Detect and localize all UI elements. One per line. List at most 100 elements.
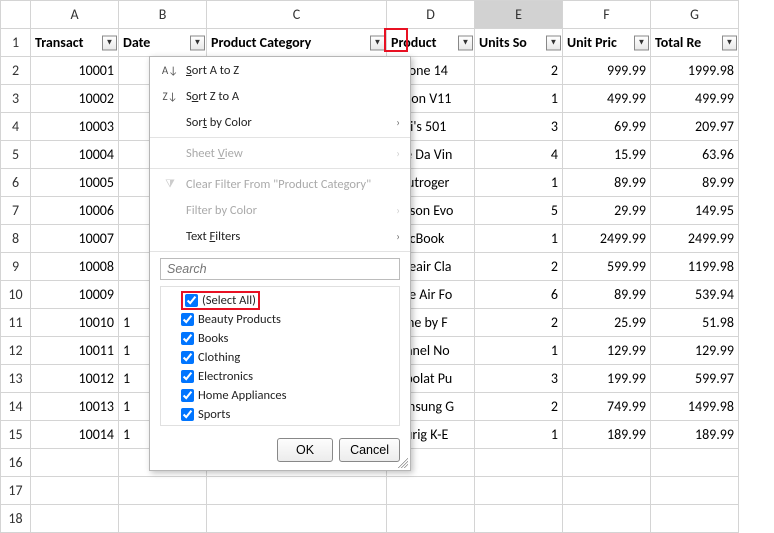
select-all-cell[interactable] xyxy=(1,1,31,29)
checkbox-select-all[interactable] xyxy=(185,294,198,307)
checkbox[interactable] xyxy=(181,389,194,402)
cell[interactable]: 599.97 xyxy=(651,365,739,393)
cell[interactable]: 2499.99 xyxy=(651,225,739,253)
cell[interactable]: 89.99 xyxy=(563,281,651,309)
cell[interactable]: 1999.98 xyxy=(651,57,739,85)
cell[interactable]: 1 xyxy=(475,421,563,449)
cell[interactable]: 10010 xyxy=(31,309,119,337)
row-head[interactable]: 13 xyxy=(1,365,31,393)
filter-btn-g[interactable]: ▼ xyxy=(722,35,737,50)
cell[interactable]: 749.99 xyxy=(563,393,651,421)
cell[interactable]: 499.99 xyxy=(651,85,739,113)
cell[interactable]: 539.94 xyxy=(651,281,739,309)
filter-btn-f[interactable]: ▼ xyxy=(634,35,649,50)
cell[interactable]: 10013 xyxy=(31,393,119,421)
cell[interactable]: 25.99 xyxy=(563,309,651,337)
cell[interactable]: 129.99 xyxy=(651,337,739,365)
cell[interactable]: 10008 xyxy=(31,253,119,281)
checkbox[interactable] xyxy=(181,351,194,364)
col-head-d[interactable]: D xyxy=(387,1,475,29)
cell[interactable]: 1 xyxy=(475,225,563,253)
col-head-c[interactable]: C xyxy=(207,1,387,29)
cell[interactable]: 10003 xyxy=(31,113,119,141)
filter-btn-e[interactable]: ▼ xyxy=(546,35,561,50)
cell[interactable]: 3 xyxy=(475,365,563,393)
cell[interactable]: 149.95 xyxy=(651,197,739,225)
row-head[interactable]: 14 xyxy=(1,393,31,421)
sort-by-color[interactable]: Sort by Color › xyxy=(150,109,410,135)
cell[interactable]: 599.99 xyxy=(563,253,651,281)
col-head-f[interactable]: F xyxy=(563,1,651,29)
cell[interactable]: 1 xyxy=(475,85,563,113)
cell[interactable]: 1199.98 xyxy=(651,253,739,281)
cell[interactable]: 89.99 xyxy=(563,169,651,197)
check-option[interactable]: Beauty Products xyxy=(167,310,393,329)
check-select-all[interactable]: (Select All) xyxy=(167,291,393,310)
check-option[interactable]: Home Appliances xyxy=(167,386,393,405)
col-head-g[interactable]: G xyxy=(651,1,739,29)
cell[interactable]: 2 xyxy=(475,393,563,421)
cell[interactable]: 499.99 xyxy=(563,85,651,113)
row-head[interactable]: 11 xyxy=(1,309,31,337)
filter-btn-c[interactable]: ▼ xyxy=(370,35,385,50)
row-head[interactable]: 7 xyxy=(1,197,31,225)
cell[interactable]: 1499.98 xyxy=(651,393,739,421)
cell[interactable]: 3 xyxy=(475,113,563,141)
cell[interactable]: 10006 xyxy=(31,197,119,225)
sort-z-to-a[interactable]: Z↓ Sort Z to A xyxy=(150,83,410,109)
cell[interactable]: 129.99 xyxy=(563,337,651,365)
cell[interactable]: 89.99 xyxy=(651,169,739,197)
cell[interactable]: 1 xyxy=(475,169,563,197)
cell[interactable]: 51.98 xyxy=(651,309,739,337)
header-total-revenue[interactable]: Total Re▼ xyxy=(651,29,739,57)
row-head[interactable]: 4 xyxy=(1,113,31,141)
row-head[interactable]: 5 xyxy=(1,141,31,169)
row-head[interactable]: 8 xyxy=(1,225,31,253)
check-option[interactable]: Electronics xyxy=(167,367,393,386)
row-head[interactable]: 12 xyxy=(1,337,31,365)
header-unit-price[interactable]: Unit Pric▼ xyxy=(563,29,651,57)
header-product[interactable]: Product▼ xyxy=(387,29,475,57)
cell[interactable]: 10005 xyxy=(31,169,119,197)
cell[interactable]: 10011 xyxy=(31,337,119,365)
filter-btn-d[interactable]: ▼ xyxy=(458,35,473,50)
cancel-button[interactable]: Cancel xyxy=(339,438,400,462)
row-head[interactable]: 17 xyxy=(1,477,31,505)
cell[interactable]: 10014 xyxy=(31,421,119,449)
cell[interactable]: 10002 xyxy=(31,85,119,113)
filter-btn-b[interactable]: ▼ xyxy=(190,35,205,50)
cell[interactable]: 2 xyxy=(475,253,563,281)
row-head[interactable]: 6 xyxy=(1,169,31,197)
checkbox[interactable] xyxy=(181,408,194,421)
header-transaction[interactable]: Transact▼ xyxy=(31,29,119,57)
row-head[interactable]: 15 xyxy=(1,421,31,449)
row-head[interactable]: 9 xyxy=(1,253,31,281)
cell[interactable]: 999.99 xyxy=(563,57,651,85)
text-filters[interactable]: Text Filters › xyxy=(150,223,410,249)
resize-grip[interactable] xyxy=(398,458,408,468)
sort-a-to-z[interactable]: A↓ Sort A to Z xyxy=(150,57,410,83)
ok-button[interactable]: OK xyxy=(277,438,333,462)
cell[interactable]: 189.99 xyxy=(651,421,739,449)
check-option[interactable]: Books xyxy=(167,329,393,348)
filter-btn-a[interactable]: ▼ xyxy=(102,35,117,50)
cell[interactable]: 189.99 xyxy=(563,421,651,449)
cell[interactable]: 2 xyxy=(475,309,563,337)
cell[interactable]: 15.99 xyxy=(563,141,651,169)
cell[interactable]: 209.97 xyxy=(651,113,739,141)
filter-search-input[interactable] xyxy=(160,258,400,280)
col-head-e[interactable]: E xyxy=(475,1,563,29)
row-head[interactable]: 3 xyxy=(1,85,31,113)
checkbox[interactable] xyxy=(181,370,194,383)
cell[interactable]: 29.99 xyxy=(563,197,651,225)
cell[interactable]: 10007 xyxy=(31,225,119,253)
cell[interactable]: 6 xyxy=(475,281,563,309)
row-head[interactable]: 10 xyxy=(1,281,31,309)
cell[interactable]: 10004 xyxy=(31,141,119,169)
cell[interactable]: 2499.99 xyxy=(563,225,651,253)
col-head-b[interactable]: B xyxy=(119,1,207,29)
row-head[interactable]: 16 xyxy=(1,449,31,477)
cell[interactable]: 2 xyxy=(475,57,563,85)
checkbox[interactable] xyxy=(181,313,194,326)
cell[interactable]: 199.99 xyxy=(563,365,651,393)
